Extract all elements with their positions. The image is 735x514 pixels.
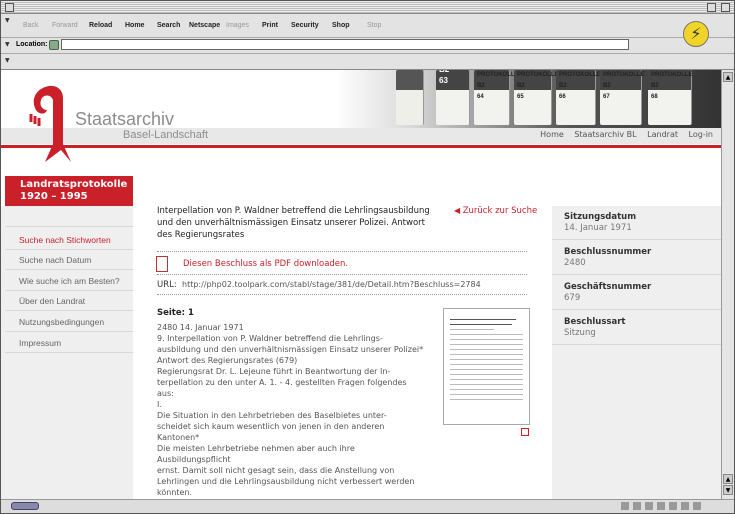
browser-window: ▼ Back Forward Reload Home Search Netsca… bbox=[0, 0, 735, 514]
divider bbox=[552, 274, 721, 275]
back-button[interactable]: Back bbox=[23, 22, 39, 29]
collapse-arrow-icon[interactable]: ▼ bbox=[5, 17, 10, 24]
meta-label: Geschäftsnummer bbox=[564, 282, 652, 292]
location-input[interactable] bbox=[61, 39, 629, 50]
divider bbox=[5, 226, 133, 227]
reload-button[interactable]: Reload bbox=[89, 22, 112, 29]
sidebar-item-nutzung[interactable]: Nutzungsbedingungen bbox=[19, 317, 104, 327]
topnav-staatsarchiv[interactable]: Staatsarchiv BL bbox=[574, 130, 636, 139]
metadata-panel: Sitzungsdatum 14. Januar 1971 Beschlussn… bbox=[552, 206, 721, 499]
baselstab-logo-icon[interactable] bbox=[27, 84, 77, 164]
component-bar-icon[interactable] bbox=[621, 502, 701, 510]
meta-value: 2480 bbox=[564, 258, 586, 268]
personal-toolbar: ▼ bbox=[1, 54, 734, 70]
book-spine: PROTOKOLLE B2 65 bbox=[514, 70, 559, 125]
sidebar-item-datum[interactable]: Suche nach Datum bbox=[19, 255, 91, 265]
book-spine: PROTOKOLLE B2 64 bbox=[474, 70, 519, 125]
back-to-search-link[interactable]: ◀ Zurück zur Suche bbox=[454, 206, 537, 216]
scroll-up-icon[interactable]: ▲ bbox=[723, 474, 733, 484]
meta-label: Beschlussart bbox=[564, 317, 626, 327]
divider bbox=[552, 344, 721, 345]
topnav-home[interactable]: Home bbox=[540, 130, 564, 139]
divider bbox=[552, 239, 721, 240]
images-button[interactable]: Images bbox=[226, 22, 249, 29]
book-label: PROTOKOLLE B2 64 bbox=[477, 72, 519, 100]
location-bar: ▼ Location: bbox=[1, 38, 734, 54]
shop-button[interactable]: Shop bbox=[332, 22, 350, 29]
divider bbox=[5, 290, 133, 291]
stop-button[interactable]: Stop bbox=[367, 22, 381, 29]
page-title: Interpellation von P. Waldner betreffend… bbox=[157, 206, 430, 240]
topnav-login[interactable]: Log-in bbox=[689, 130, 713, 139]
book-spine: PROTOKOLLE B2 66 bbox=[556, 70, 601, 125]
page-content: B2 63 PROTOKOLLE B2 64 PROTOKOLLE B2 65 … bbox=[1, 70, 721, 499]
divider bbox=[5, 352, 133, 353]
collapse-arrow-icon[interactable]: ▼ bbox=[5, 41, 10, 48]
book-label: PROTOKOLLE B2 67 bbox=[603, 72, 645, 100]
pdf-download-link[interactable]: Diesen Beschluss als PDF downloaden. bbox=[183, 259, 348, 269]
site-subtitle: Basel-Landschaft bbox=[123, 129, 208, 141]
collapse-arrow-icon[interactable]: ▼ bbox=[5, 57, 10, 64]
top-navigation: Home Staatsarchiv BL Landrat Log-in bbox=[532, 130, 713, 139]
zoom-box[interactable] bbox=[707, 3, 716, 12]
sidebar-item-impressum[interactable]: Impressum bbox=[19, 338, 61, 348]
meta-value: 14. Januar 1971 bbox=[564, 223, 632, 233]
divider bbox=[157, 294, 527, 295]
pdf-icon[interactable] bbox=[156, 256, 168, 272]
meta-value: 679 bbox=[564, 293, 581, 303]
book-label: PROTOKOLLE B2 68 bbox=[651, 72, 693, 100]
print-button[interactable]: Print bbox=[262, 22, 278, 29]
arrow-left-icon: ◀ bbox=[454, 206, 463, 215]
book-label: PROTOKOLLE B2 65 bbox=[517, 72, 559, 100]
back-link-label: Zurück zur Suche bbox=[462, 206, 538, 216]
search-button[interactable]: Search bbox=[157, 22, 180, 29]
book-label: PROTOKOLLE B2 66 bbox=[559, 72, 601, 100]
book-spine: B2 63 bbox=[436, 70, 470, 125]
site-title: Staatsarchiv bbox=[75, 109, 175, 129]
scroll-up-icon[interactable]: ▲ bbox=[723, 72, 733, 82]
netscape-throbber-icon[interactable]: ⚡ bbox=[683, 21, 709, 47]
header-image: B2 63 PROTOKOLLE B2 64 PROTOKOLLE B2 65 … bbox=[336, 70, 721, 128]
book-spine bbox=[396, 70, 424, 125]
title-bar[interactable] bbox=[1, 1, 734, 14]
status-bar bbox=[1, 499, 734, 513]
protocol-text: 2480 14. Januar 1971 9. Interpellation v… bbox=[157, 323, 424, 497]
divider bbox=[5, 269, 133, 270]
netscape-button[interactable]: Netscape bbox=[189, 22, 220, 29]
home-button[interactable]: Home bbox=[125, 22, 144, 29]
header-red-line bbox=[1, 145, 721, 148]
divider bbox=[552, 309, 721, 310]
collapse-box[interactable] bbox=[721, 3, 730, 12]
enlarge-icon[interactable] bbox=[521, 428, 529, 436]
book-label: B2 63 bbox=[439, 70, 449, 85]
book-spine: PROTOKOLLE B2 68 bbox=[648, 70, 693, 125]
topnav-landrat[interactable]: Landrat bbox=[647, 130, 678, 139]
meta-label: Beschlussnummer bbox=[564, 247, 652, 257]
meta-value: Sitzung bbox=[564, 328, 596, 338]
url-value[interactable]: http://php02.toolpark.com/stabl/stage/38… bbox=[182, 280, 481, 289]
divider bbox=[157, 251, 527, 252]
book-spine: PROTOKOLLE B2 67 bbox=[600, 70, 645, 125]
divider bbox=[5, 331, 133, 332]
divider bbox=[5, 249, 133, 250]
page-thumbnail[interactable] bbox=[443, 308, 530, 425]
page-number-label: Seite: 1 bbox=[157, 308, 194, 318]
close-box[interactable] bbox=[5, 3, 14, 12]
location-label: Location: bbox=[16, 41, 48, 48]
sidebar-item-wie-suche[interactable]: Wie suche ich am Besten? bbox=[19, 276, 120, 286]
divider bbox=[157, 274, 527, 275]
divider bbox=[5, 310, 133, 311]
security-lock-icon[interactable] bbox=[11, 502, 39, 510]
sidebar-item-stichworten[interactable]: Suche nach Stichworten bbox=[19, 235, 111, 245]
forward-button[interactable]: Forward bbox=[52, 22, 78, 29]
meta-label: Sitzungsdatum bbox=[564, 212, 637, 222]
url-label: URL: bbox=[157, 280, 177, 290]
sidebar-heading[interactable]: Landratsprotokolle 1920 – 1995 bbox=[5, 176, 133, 206]
vertical-scrollbar[interactable]: ▲ ▲ ▼ bbox=[721, 70, 734, 499]
security-button[interactable]: Security bbox=[291, 22, 319, 29]
scroll-down-icon[interactable]: ▼ bbox=[723, 485, 733, 495]
page-proxy-icon[interactable] bbox=[49, 40, 59, 50]
sidebar-item-landrat[interactable]: Über den Landrat bbox=[19, 296, 85, 306]
navigation-toolbar: ▼ Back Forward Reload Home Search Netsca… bbox=[1, 14, 734, 38]
